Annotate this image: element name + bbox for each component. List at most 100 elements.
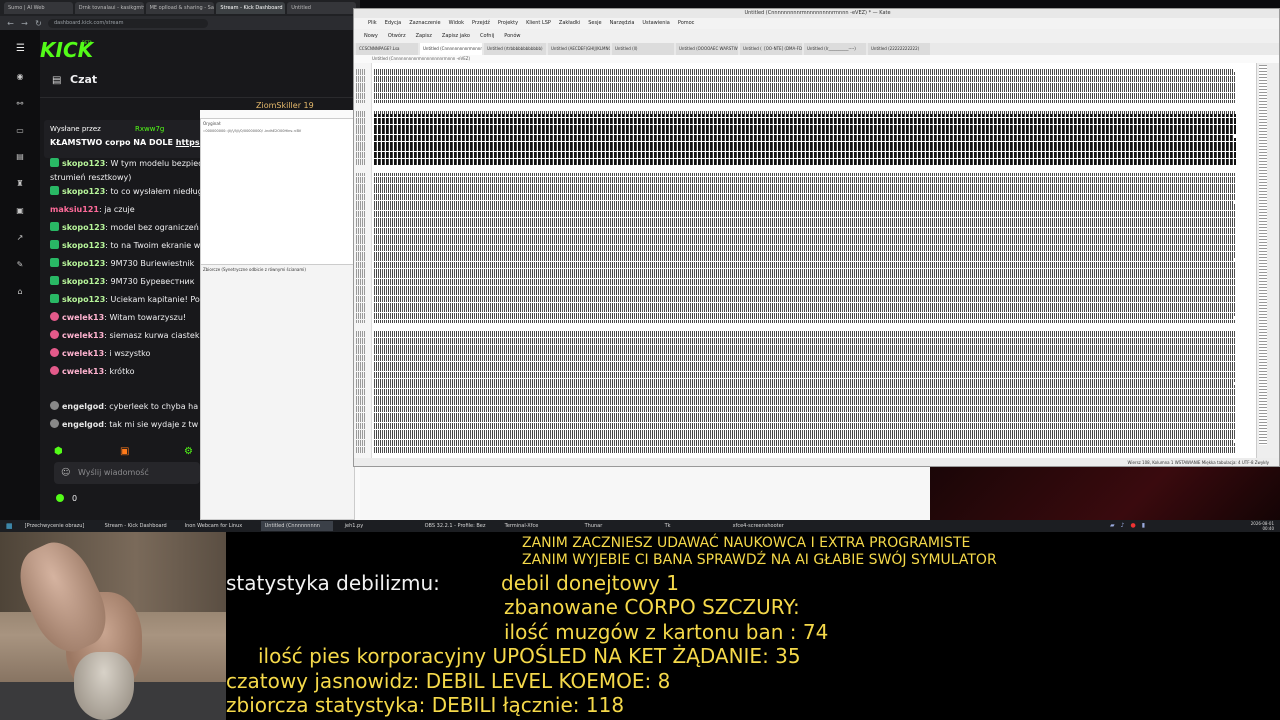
kate-tab[interactable]: Untitled (Ir__________----) <box>804 43 866 55</box>
chat-username[interactable]: cwelek13 <box>62 331 104 340</box>
media-icon[interactable]: ▣ <box>15 206 25 216</box>
chat-username[interactable]: cwelek13 <box>62 349 104 358</box>
window-icon[interactable]: ▭ <box>15 126 25 136</box>
store-icon[interactable]: ⌂ <box>15 287 25 297</box>
taskbar-item[interactable]: xfce4-screenshooter <box>729 521 801 531</box>
chat-username[interactable]: cwelek13 <box>62 367 104 376</box>
taskbar-item[interactable]: Inon Webcam for Linux <box>181 521 253 531</box>
browser-tab[interactable]: Sumo | AI Web <box>4 2 73 14</box>
chat-input[interactable]: ☺ Wyślij wiadomość <box>54 462 200 484</box>
chat-username[interactable]: skopo123 <box>62 277 105 286</box>
chat-gift-icon[interactable]: ⬢ <box>54 446 63 457</box>
kate-tab[interactable]: Untitled (22222222222) <box>868 43 930 55</box>
kate-tab[interactable]: Untitled (rtrbbbbbbbbbbbb) <box>484 43 546 55</box>
chat-username[interactable]: skopo123 <box>62 295 105 304</box>
volume-icon[interactable]: ♪ <box>1121 522 1125 529</box>
chat-message[interactable]: cwelek13: i wszystko <box>50 348 200 360</box>
chat-message[interactable]: skopo123: W tym modelu bezpiecze <box>50 158 200 170</box>
taskbar-item[interactable]: [Przechwycenie obrazu] <box>21 521 93 531</box>
editor-minimap[interactable] <box>1259 65 1267 445</box>
top-gifter[interactable]: ZiomSkiller 19 <box>256 101 314 110</box>
code-editor[interactable] <box>354 63 1254 458</box>
chat-username[interactable]: skopo123 <box>62 259 105 268</box>
kate-tab[interactable]: CCSCNNNPAGE?.Lsa <box>356 43 418 55</box>
save-button[interactable]: Zapisz <box>416 29 432 43</box>
original-window[interactable]: Oryginał: ::000000000::|I\/\/I\/\/0/0000… <box>200 118 355 268</box>
new-button[interactable]: Nowy <box>364 29 378 43</box>
browser-tab-active[interactable]: Stream - Kick Dashboard <box>216 2 286 14</box>
taskbar-item[interactable]: Stream - Kick Dashboard <box>101 521 173 531</box>
undo-button[interactable]: Cofnij <box>480 29 494 43</box>
open-button[interactable]: Otwórz <box>388 29 406 43</box>
taskbar-item[interactable]: Thunar <box>581 521 653 531</box>
menu-view[interactable]: Widok <box>449 18 464 29</box>
kate-titlebar[interactable]: Untitled (Cnnnnnnnnnrmnnnnnnnnrrnnnn -eV… <box>354 9 1279 18</box>
menu-icon[interactable]: ☰ <box>16 43 25 54</box>
chat-message[interactable]: skopo123: 9M730 Buriewiestnik <box>50 258 200 270</box>
kate-tab[interactable]: Untitled (ll) <box>612 43 674 55</box>
menu-file[interactable]: Plik <box>368 18 377 29</box>
kate-tab-active[interactable]: Untitled (Cnnnnnnnnnrmnnnnn -HRAS) <box>420 43 482 55</box>
menu-sessions[interactable]: Sesje <box>588 18 601 29</box>
chat-emote-icon[interactable]: ▣ <box>120 446 129 457</box>
chat-message[interactable]: skopo123: to na Twoim ekranie wygl <box>50 240 200 252</box>
menu-projects[interactable]: Projekty <box>498 18 518 29</box>
kate-tab[interactable]: Untitled ( [OO-NTE] (DMA‑FD‑L)) <box>740 43 802 55</box>
stats-icon[interactable]: ▤ <box>15 152 25 162</box>
taskbar-item[interactable]: jeh1.py <box>341 521 413 531</box>
chat-message[interactable]: strumień resztkowy) <box>50 172 200 184</box>
browser-tab[interactable]: ME oplload & sharing - Sav <box>145 2 215 14</box>
menu-help[interactable]: Pomoc <box>678 18 695 29</box>
chat-username[interactable]: maksiu121 <box>50 205 99 214</box>
chat-username[interactable]: skopo123 <box>62 159 105 168</box>
taskbar-item[interactable]: Tk <box>661 521 721 531</box>
pinned-user[interactable]: Rxww7g <box>135 125 164 133</box>
menu-bookmarks[interactable]: Zakładki <box>559 18 580 29</box>
kate-breadcrumb[interactable]: Untitled (Cnnnnnnnnnrmnnnnnnnnrrnnnn -eV… <box>354 55 1279 63</box>
save-as-button[interactable]: Zapisz jako <box>442 29 470 43</box>
forward-icon[interactable]: → <box>20 19 29 28</box>
menu-lsp[interactable]: Klient LSP <box>526 18 551 29</box>
chat-username[interactable]: cwelek13 <box>62 313 104 322</box>
collection-window[interactable]: Zbiorcze (Synetryczne odbicie z równymi … <box>200 264 355 520</box>
battery-icon[interactable]: ▮ <box>1142 522 1145 529</box>
emoji-icon[interactable]: ☺ <box>61 462 70 484</box>
analytics-icon[interactable]: ↗ <box>15 233 25 243</box>
chat-message[interactable]: engelgod: cyberleek to chyba ha <box>50 401 200 413</box>
menu-settings[interactable]: Ustawienia <box>642 18 669 29</box>
clock[interactable]: 2026-08-01 00:40 <box>1251 521 1274 531</box>
browser-tab[interactable]: Drnk tovnalaui - kasikgmtv <box>74 2 144 14</box>
chat-message[interactable]: skopo123: Uciekam kapitanie! Powo <box>50 294 200 306</box>
chat-message[interactable]: skopo123: model bez ograniczeń - w <box>50 222 200 234</box>
menu-selection[interactable]: Zaznaczenie <box>409 18 440 29</box>
link-icon[interactable]: ⚯ <box>15 99 25 109</box>
channel-points[interactable]: 0 <box>56 494 77 503</box>
address-input[interactable]: dashboard.kick.com/stream <box>48 18 208 28</box>
chat-message[interactable]: cwelek13: siemasz kurwa ciastek ko <box>50 330 200 342</box>
redo-button[interactable]: Ponów <box>504 29 520 43</box>
browser-tab[interactable]: Untitled <box>287 2 356 14</box>
chat-message[interactable]: maksiu121: ja czuje <box>50 204 200 216</box>
kate-tab[interactable]: Untitled (AECDEF(GHIJ)KLMNOPQRSTUVWXYZ) <box>548 43 610 55</box>
app-menu-icon[interactable]: ▦ <box>6 522 13 530</box>
chat-message[interactable]: skopo123: 9M730 Буревестник <box>50 276 200 288</box>
chat-username[interactable]: skopo123 <box>62 241 105 250</box>
back-icon[interactable]: ← <box>6 19 15 28</box>
taskbar-item[interactable]: OBS 32.2.1 - Profile: Bez <box>421 521 493 531</box>
tools-icon[interactable]: ✎ <box>15 260 25 270</box>
trophy-icon[interactable]: ♜ <box>15 179 25 189</box>
mic-icon[interactable]: ● <box>1130 522 1135 529</box>
menu-tools[interactable]: Narzędzia <box>610 18 635 29</box>
menu-edit[interactable]: Edycja <box>385 18 402 29</box>
taskbar-item[interactable]: Terminal-Xfce <box>501 521 573 531</box>
chat-message[interactable]: engelgod: tak mi sie wydaje z tw <box>50 419 200 431</box>
kate-tab[interactable]: Untitled (OOOOAEC WARSTWE) <box>676 43 738 55</box>
taskbar-item-active[interactable]: Untitled (Cnnnnnnnnn <box>260 521 333 531</box>
reload-icon[interactable]: ↻ <box>34 19 43 28</box>
chat-message[interactable]: cwelek13: krótko <box>50 366 200 378</box>
menu-go[interactable]: Przejdź <box>472 18 490 29</box>
chat-message[interactable]: skopo123: to co wysłałem niedługo z <box>50 186 200 198</box>
chat-settings-icon[interactable]: ⚙ <box>184 446 193 457</box>
chat-username[interactable]: engelgod <box>62 402 104 411</box>
chat-username[interactable]: engelgod <box>62 420 104 429</box>
